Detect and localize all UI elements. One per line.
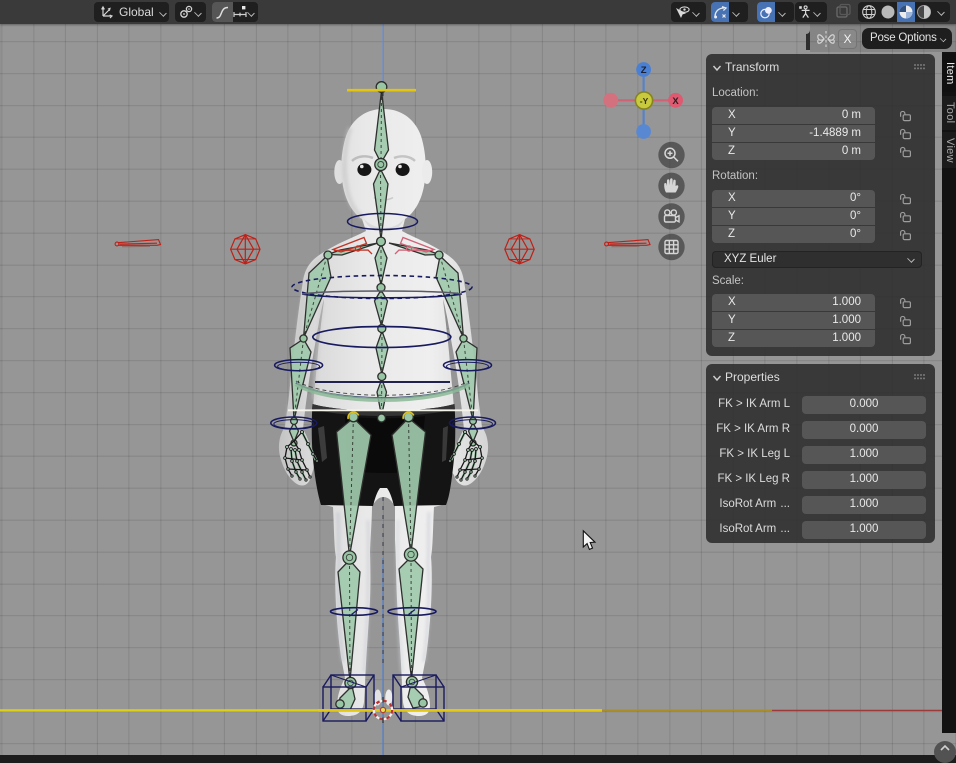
svg-text:X: X bbox=[672, 96, 679, 107]
svg-text:-Y: -Y bbox=[640, 96, 649, 106]
svg-text:Z: Z bbox=[641, 65, 647, 76]
